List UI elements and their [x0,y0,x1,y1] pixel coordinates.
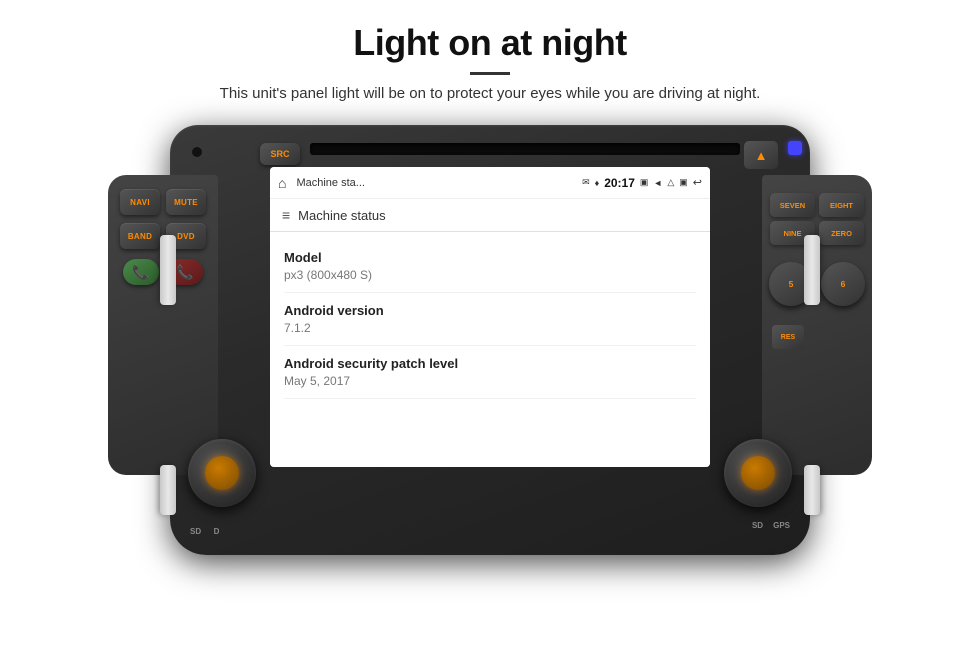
subtitle-text: This unit's panel light will be on to pr… [220,85,761,102]
list-item: Android version 7.1.2 [284,293,696,346]
btn-6[interactable]: 6 [821,262,865,306]
phone-red-icon: 📞 [176,264,193,281]
d-label-left: D [214,527,220,536]
location-icon: ♦ [595,178,600,188]
model-label: Model [284,250,696,265]
screen-area: ⌂ Machine sta... ✉ ♦ 20:17 ▣ ◄ △ ▣ ↩ [270,167,710,467]
src-button[interactable]: SRC [260,143,300,165]
cd-slot [310,143,740,155]
status-icons: ✉ ♦ 20:17 ▣ ◄ △ ▣ ↩ [582,176,702,190]
bottom-right-labels: SD GPS [752,521,790,539]
security-patch-value: May 5, 2017 [284,374,696,388]
bottom-left-labels: SD D [190,521,219,539]
android-topbar: ≡ Machine status [270,199,710,232]
src-area: SRC [260,143,300,165]
message-icon: ✉ [582,177,590,188]
phone-green-icon: 📞 [132,264,149,281]
android-content: ≡ Machine status Model px3 (800x480 S) A… [270,199,710,467]
bottom-labels: SD D SD GPS [170,521,810,539]
left-slider-bottom-mount [160,465,176,515]
screen-icon: ▣ [679,177,688,188]
list-item: Model px3 (800x480 S) [284,240,696,293]
car-unit-wrapper: NAVI MUTE BAND DVD 📞 📞 SEVEN EIGHT N [170,125,810,555]
camera-icon: ▣ [640,177,649,188]
volume-icon: ◄ [653,178,662,188]
security-patch-label: Android security patch level [284,356,696,371]
res-button[interactable]: RES [772,325,804,349]
zero-button[interactable]: ZERO [819,221,864,245]
mute-button[interactable]: MUTE [166,189,206,215]
navi-button[interactable]: NAVI [120,189,160,215]
android-statusbar: ⌂ Machine sta... ✉ ♦ 20:17 ▣ ◄ △ ▣ ↩ [270,167,710,199]
right-dial[interactable] [724,439,792,507]
menu-icon[interactable]: ≡ [282,207,290,223]
warning-button[interactable]: ▲ [744,141,778,169]
model-value: px3 (800x480 S) [284,268,696,282]
left-btn-row-1: NAVI MUTE [120,189,206,215]
home-icon[interactable]: ⌂ [278,175,286,191]
sd-label-left: SD [190,527,201,536]
left-dial[interactable] [188,439,256,507]
phone-answer-button[interactable]: 📞 [123,259,159,285]
left-panel: NAVI MUTE BAND DVD 📞 📞 [108,175,218,475]
blue-indicator [788,141,802,155]
car-unit-outer: SRC ▲ RES ⌂ Machine sta... ✉ ♦ [170,125,810,555]
signal-icon: △ [667,177,674,188]
list-item: Android security patch level May 5, 2017 [284,346,696,399]
title-section: Light on at night This unit's panel ligh… [220,0,761,120]
right-slider-mount [804,235,820,305]
right-slider-bottom-mount [804,465,820,515]
left-slider-mount [160,235,176,305]
seven-button[interactable]: SEVEN [770,193,815,217]
sd-label-right: SD [752,521,763,539]
android-version-label: Android version [284,303,696,318]
gps-label-right: GPS [773,521,790,539]
status-time: 20:17 [604,176,635,190]
page-container: Light on at night This unit's panel ligh… [0,0,980,655]
eight-button[interactable]: EIGHT [819,193,864,217]
back-icon[interactable]: ↩ [693,176,702,189]
warning-icon: ▲ [755,148,768,163]
top-left-indicator [192,147,202,157]
title-divider [470,72,510,75]
page-title: Light on at night [220,22,761,64]
android-version-value: 7.1.2 [284,321,696,335]
status-bar-title: Machine sta... [292,177,576,189]
topbar-label: Machine status [298,208,385,223]
band-button[interactable]: BAND [120,223,160,249]
android-list: Model px3 (800x480 S) Android version 7.… [270,232,710,407]
